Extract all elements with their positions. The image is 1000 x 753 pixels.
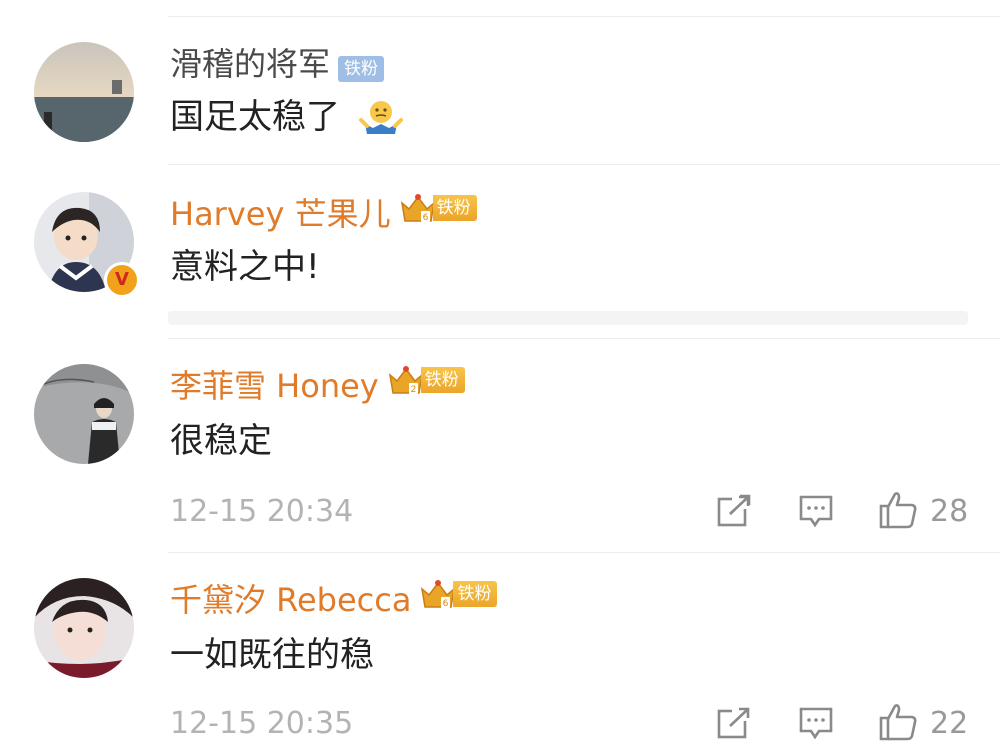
fan-badge: 6 铁粉 [399,193,477,234]
fan-badge-label: 铁粉 [338,56,385,82]
top-divider [168,16,1000,17]
like-count: 22 [930,706,969,741]
comment-author[interactable]: Harvey 芒果儿 6 铁粉 [170,193,477,237]
shrug-emoji-icon [358,98,403,140]
comment-author[interactable]: 滑稽的将军 铁粉 [170,43,385,86]
like-icon[interactable] [878,490,918,534]
comment-body: 很稳定 [170,421,272,461]
comment-timestamp: 12-15 20:35 [170,706,354,741]
author-name[interactable]: 千黛汐 Rebecca [170,581,411,619]
share-icon[interactable] [716,494,752,532]
author-name[interactable]: 滑稽的将军 [170,45,330,83]
comment-body: 意料之中! [170,247,320,287]
avatar[interactable] [34,42,134,142]
like-count: 28 [930,494,969,529]
comment-author[interactable]: 李菲雪 Honey 2 铁粉 [170,365,465,409]
svg-text:6: 6 [443,599,449,609]
comment-body: 一如既往的稳 [170,635,374,675]
comment-icon[interactable] [798,706,834,744]
comment-text: 国足太稳了 [170,96,403,140]
crown-icon: 6 [419,577,457,611]
verified-badge: V [104,262,140,298]
reply-preview-bar [168,311,968,325]
comment-divider [168,164,1000,165]
author-name[interactable]: 李菲雪 Honey [170,367,379,405]
fan-badge: 铁粉 [338,43,385,83]
like-icon[interactable] [878,702,918,746]
svg-text:6: 6 [422,213,428,223]
comment-text: 很稳定 [170,420,272,462]
fan-badge-label: 铁粉 [453,580,498,607]
comment-body: 国足太稳了 [170,97,340,137]
author-name[interactable]: Harvey 芒果儿 [170,195,391,233]
comment-divider [168,552,1000,553]
fan-badge-label: 铁粉 [420,366,465,393]
fan-badge: 6 铁粉 [419,577,498,620]
share-icon[interactable] [716,706,752,744]
comment-icon[interactable] [798,494,834,532]
comment-author[interactable]: 千黛汐 Rebecca 6 铁粉 [170,577,498,623]
comment-text: 一如既往的稳 [170,634,374,676]
comment-text: 意料之中! [170,246,320,288]
avatar[interactable] [34,578,134,678]
crown-icon: 6 [399,191,437,225]
crown-icon: 2 [387,363,425,397]
fan-badge: 2 铁粉 [387,365,465,406]
svg-text:2: 2 [410,385,416,395]
fan-badge-label: 铁粉 [432,194,477,221]
avatar[interactable] [34,364,134,464]
comment-divider [168,338,1000,339]
comment-timestamp: 12-15 20:34 [170,494,354,529]
